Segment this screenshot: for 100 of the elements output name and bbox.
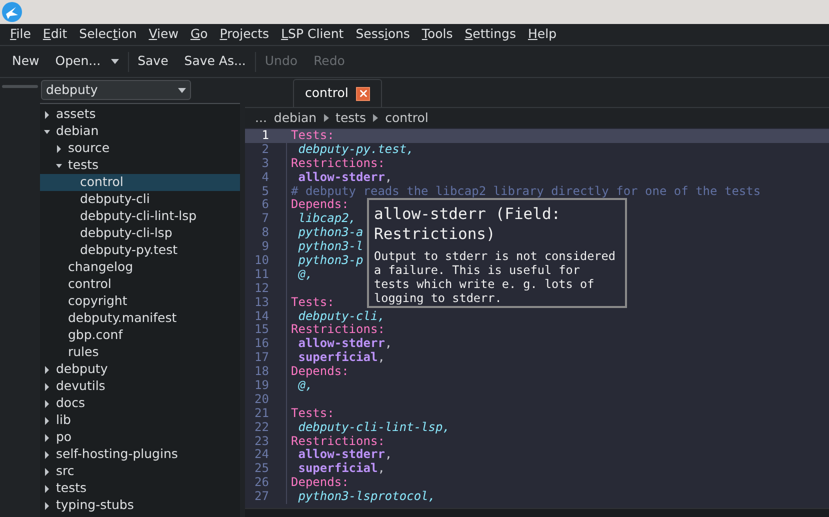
line-number: 25	[254, 462, 269, 476]
line-number: 2	[260, 142, 269, 157]
tree-item[interactable]: devutils	[40, 378, 240, 395]
tree-item[interactable]: changelog	[40, 259, 240, 276]
collapsed-arrow-icon[interactable]	[44, 382, 50, 390]
collapsed-arrow-icon[interactable]	[44, 400, 50, 408]
tree-item[interactable]: control	[40, 174, 240, 191]
code-line: 2 debputy-py.test,	[245, 142, 829, 157]
menu-item[interactable]: Tools	[416, 25, 459, 44]
collapsed-arrow-icon[interactable]	[44, 502, 50, 510]
tree-item[interactable]: tests	[40, 480, 240, 497]
panel-handle[interactable]	[2, 85, 38, 88]
line-number: 4	[260, 170, 269, 185]
collapsed-arrow-icon[interactable]	[44, 416, 50, 424]
breadcrumb-item[interactable]: control	[385, 108, 428, 128]
tree-item[interactable]: docs	[40, 395, 240, 412]
line-number: 15	[254, 323, 269, 338]
collapsed-arrow-icon[interactable]	[44, 484, 50, 492]
tree-item[interactable]: copyright	[40, 293, 240, 310]
breadcrumb-item[interactable]: tests	[336, 108, 366, 128]
code-line: 21 Tests:	[245, 406, 829, 421]
tree-item[interactable]: debputy-cli-lsp	[40, 225, 240, 242]
project-select[interactable]: debputy	[41, 80, 191, 100]
collapsed-arrow-icon[interactable]	[44, 366, 50, 374]
code-line: 23 Restrictions:	[245, 434, 829, 448]
line-number: 7	[260, 212, 269, 226]
code-line: 14 debputy-cli,	[245, 310, 829, 324]
line-number: 24	[254, 448, 269, 462]
line-number: 18	[254, 365, 269, 380]
tree-item[interactable]: assets	[40, 106, 240, 123]
tree-item[interactable]: source	[40, 140, 240, 157]
toolbar-button[interactable]: Save	[130, 52, 176, 71]
code-line: 25 superficial,	[245, 462, 829, 476]
line-number: 19	[254, 379, 269, 393]
breadcrumb-item[interactable]: ...	[255, 108, 267, 128]
toolbar-button[interactable]: Save As...	[176, 52, 254, 71]
collapsed-arrow-icon[interactable]	[44, 450, 50, 458]
tree-item[interactable]: lib	[40, 412, 240, 429]
menu-item[interactable]: Help	[522, 25, 563, 44]
tree-item[interactable]: rules	[40, 344, 240, 361]
code-line: 5 # debputy reads the libcap2 library directly for one of the tests	[245, 184, 829, 198]
code-line: 15 Restrictions:	[245, 323, 829, 338]
menu-item[interactable]: Edit	[36, 25, 74, 44]
tree-item[interactable]: debputy.manifest	[40, 310, 240, 327]
code-line: 17 superficial,	[245, 351, 829, 366]
tree-item[interactable]: debputy-cli	[40, 191, 240, 208]
menu-item[interactable]: Settings	[458, 25, 522, 44]
line-number: 10	[254, 254, 269, 268]
line-number: 5	[260, 184, 269, 198]
breadcrumb-separator-icon	[324, 114, 329, 122]
tree-item[interactable]: control	[40, 276, 240, 293]
menu-item[interactable]: Sessions	[350, 25, 416, 44]
collapsed-arrow-icon[interactable]	[44, 468, 50, 476]
dropdown-caret-icon	[110, 59, 119, 64]
tree-item[interactable]: debputy-cli-lint-lsp	[40, 208, 240, 225]
tree-item[interactable]: gbp.conf	[40, 327, 240, 344]
line-number: 27	[254, 490, 269, 504]
line-number: 23	[254, 434, 269, 448]
menu-item[interactable]: LSP Client	[275, 25, 350, 44]
tree-item[interactable]: tests	[40, 157, 240, 174]
toolbar-button[interactable]: Open...	[47, 52, 127, 71]
tree-item[interactable]: debputy-py.test	[40, 242, 240, 259]
expanded-arrow-icon[interactable]	[56, 162, 62, 170]
toolbar-button[interactable]: New	[4, 52, 48, 71]
code-line: 4 allow-stderr,	[245, 170, 829, 185]
code-line: 18 Depends:	[245, 365, 829, 380]
menu-item[interactable]: Go	[184, 25, 214, 44]
tree-item[interactable]: debputy	[40, 361, 240, 378]
line-number: 11	[254, 268, 269, 282]
line-number: 6	[260, 198, 269, 212]
line-number: 12	[254, 282, 269, 296]
line-number: 8	[260, 226, 269, 240]
editor-tab[interactable]: control	[293, 79, 382, 107]
app-logo-icon	[1, 1, 23, 23]
code-line: 27 python3-lsprotocol,	[245, 490, 829, 504]
tree-item[interactable]: po	[40, 429, 240, 446]
tree-item[interactable]: src	[40, 463, 240, 480]
menu-item[interactable]: Projects	[214, 25, 276, 44]
collapsed-arrow-icon[interactable]	[44, 110, 50, 118]
line-number: 22	[254, 420, 269, 435]
line-number: 13	[254, 296, 269, 310]
tree-item[interactable]: debian	[40, 123, 240, 140]
line-number: 9	[260, 240, 269, 254]
menu-item[interactable]: View	[142, 25, 184, 44]
collapsed-arrow-icon[interactable]	[56, 144, 62, 152]
close-icon[interactable]	[356, 86, 370, 100]
code-line: 22 debputy-cli-lint-lsp,	[245, 420, 829, 435]
tree-item[interactable]: typing-stubs	[40, 497, 240, 514]
collapsed-arrow-icon[interactable]	[44, 434, 50, 442]
line-number: 14	[254, 310, 269, 324]
line-number: 16	[254, 337, 269, 352]
line-number: 3	[260, 156, 269, 171]
code-line: 16 allow-stderr,	[245, 337, 829, 352]
dropdown-caret-icon	[178, 88, 186, 92]
breadcrumb-separator-icon	[373, 114, 378, 122]
menu-item[interactable]: Selection	[73, 25, 143, 44]
breadcrumb-item[interactable]: debian	[274, 108, 317, 128]
tree-item[interactable]: self-hosting-plugins	[40, 446, 240, 463]
menu-item[interactable]: File	[4, 25, 37, 44]
expanded-arrow-icon[interactable]	[44, 128, 50, 136]
